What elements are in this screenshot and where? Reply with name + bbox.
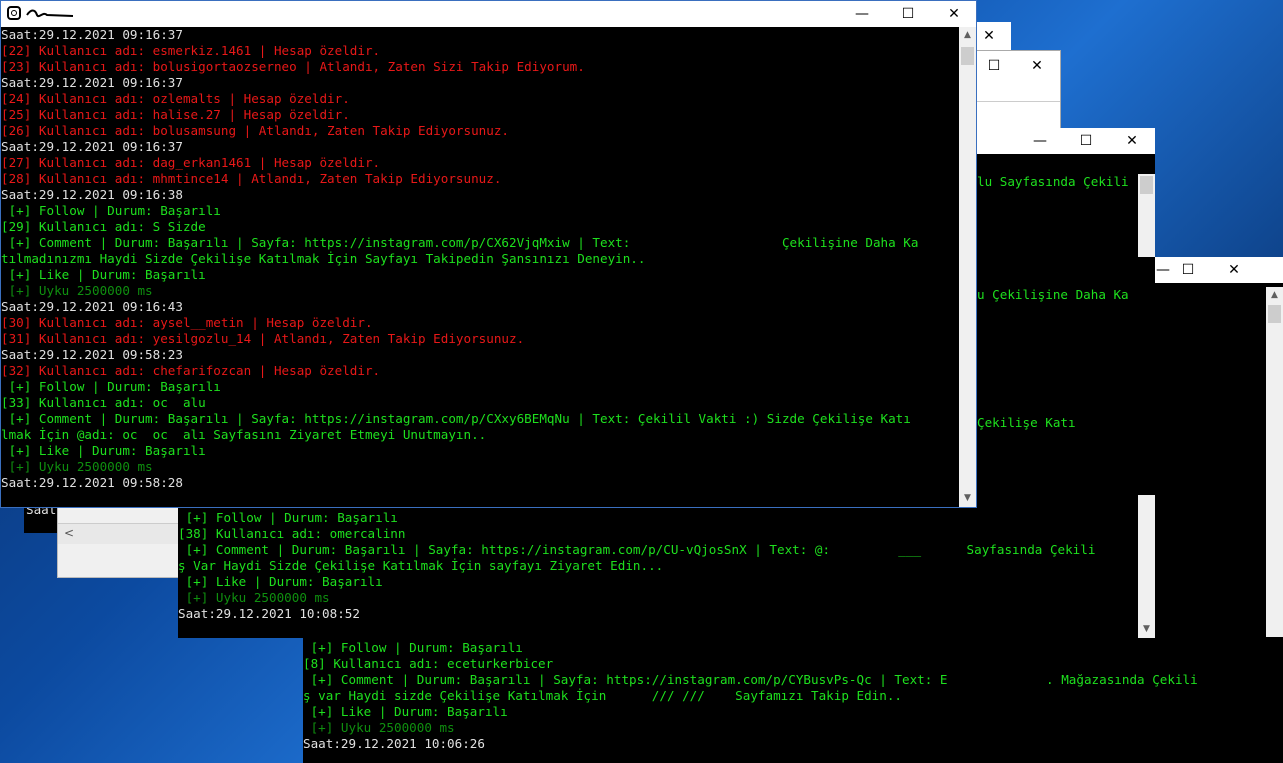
console-line: Saat:29.12.2021 09:16:37 — [1, 75, 183, 90]
console-line: ş Var Haydi Sizde Çekilişe Katılmak İçin… — [178, 558, 664, 573]
scroll-up-icon[interactable]: ▲ — [1266, 287, 1283, 304]
console-line: [+] Like | Durum: Başarılı — [1, 267, 206, 282]
console-line: [+] Follow | Durum: Başarılı — [303, 640, 523, 655]
redacted-title-icon — [26, 9, 74, 18]
console-line: [32] Kullanıcı adı: chefarifozcan | Hesa… — [1, 363, 381, 378]
titlebar[interactable]: — ☐ ✕ — [1155, 257, 1283, 283]
console-line: [+] Comment | Durum: Başarılı | Sayfa: h… — [1, 411, 911, 426]
vertical-scrollbar[interactable]: ▼ — [1138, 495, 1155, 638]
scroll-up-icon[interactable]: ▲ — [959, 27, 976, 44]
horizontal-scrollbar[interactable]: < — [58, 523, 181, 544]
maximize-icon[interactable]: ☐ — [971, 53, 1017, 79]
scroll-thumb[interactable] — [1268, 305, 1281, 323]
titlebar[interactable]: — ☐ ✕ — [1, 1, 976, 27]
console-line: [24] Kullanıcı adı: ozlemalts | Hesap öz… — [1, 91, 350, 106]
console-line: [+] Like | Durum: Başarılı — [178, 574, 383, 589]
console-line: [+] Comment | Durum: Başarılı | Sayfa: h… — [178, 542, 1096, 557]
console-output: Saat:29.12.2021 09:16:37 [22] Kullanıcı a… — [1, 27, 959, 507]
console-line: [+] Comment | Durum: Başarılı | Sayfa: h… — [1, 235, 919, 250]
scroll-down-icon[interactable]: ▼ — [959, 490, 976, 507]
console-line: Saat:29.12.2021 09:58:28 — [1, 475, 183, 490]
console-line: Saat:29.12.2021 09:16:37 — [1, 139, 183, 154]
console-line: Çekilişe Katı — [977, 415, 1076, 430]
console-line: lmak İçin @adı: oc oc alı Sayfasını Ziya… — [1, 427, 487, 442]
scroll-thumb[interactable] — [1140, 176, 1153, 194]
close-icon[interactable]: ✕ — [1014, 53, 1060, 79]
console-output: [+] Follow | Durum: Başarılı [8] Kullanıc… — [303, 640, 1283, 763]
console-line: [8] Kullanıcı adı: eceturkerbicer — [303, 656, 554, 671]
maximize-icon[interactable]: ☐ — [1165, 257, 1211, 283]
vertical-scrollbar[interactable]: ▲ ▼ — [959, 27, 976, 507]
console-line: Saat:29.12.2021 09:16:43 — [1, 299, 183, 314]
minimize-icon[interactable]: — — [839, 1, 885, 27]
close-icon[interactable]: ✕ — [1109, 128, 1155, 154]
console-line: Saat:29.12.2021 09:16:38 — [1, 187, 183, 202]
console-window-e[interactable]: [+] Follow | Durum: Başarılı [8] Kullanıc… — [303, 637, 1283, 763]
console-line: [+] Follow | Durum: Başarılı — [1, 379, 221, 394]
console-window-main[interactable]: — ☐ ✕ Saat:29.12.2021 09:16:37 [22] Kulla… — [0, 0, 977, 508]
console-line: Saat:29.12.2021 09:58:23 — [1, 347, 183, 362]
instagram-icon — [7, 6, 21, 20]
console-line: [+] Uyku 2500000 ms — [178, 590, 330, 605]
console-line: [+] Follow | Durum: Başarılı — [178, 510, 398, 525]
scroll-thumb[interactable] — [961, 47, 974, 65]
scroll-down-icon[interactable]: ▼ — [1138, 621, 1155, 638]
console-line: [38] Kullanıcı adı: omercalinn — [178, 526, 406, 541]
console-line: ş var Haydi sizde Çekilişe Katılmak İçin… — [303, 688, 902, 703]
console-line: [+] Like | Durum: Başarılı — [303, 704, 508, 719]
titlebar[interactable]: — ☐ ✕ — [977, 128, 1155, 154]
console-line: [+] Uyku 2500000 ms — [1, 459, 153, 474]
console-window-f[interactable]: [+] Follow | Durum: Başarılı [38] Kullanı… — [178, 495, 1155, 638]
scroll-left-icon[interactable]: < — [64, 526, 74, 540]
console-line: [+] Comment | Durum: Başarılı | Sayfa: h… — [303, 672, 1198, 687]
console-line: [+] Like | Durum: Başarılı — [1, 443, 206, 458]
maximize-icon[interactable]: ☐ — [885, 1, 931, 27]
console-line: [+] Uyku 2500000 ms — [1, 283, 153, 298]
background-window-gray[interactable]: < — [57, 505, 182, 578]
maximize-icon[interactable]: ☐ — [1063, 128, 1109, 154]
console-line: [29] Kullanıcı adı: S Sizde — [1, 219, 206, 234]
console-output: [+] Follow | Durum: Başarılı [38] Kullanı… — [178, 510, 1138, 638]
console-line: [+] Follow | Durum: Başarılı — [1, 203, 221, 218]
console-line: [27] Kullanıcı adı: dag_erkan1461 | Hesa… — [1, 155, 381, 170]
console-line: Saat:29.12.2021 09:16:37 — [1, 27, 183, 42]
close-icon[interactable]: ✕ — [931, 1, 977, 27]
console-line: [25] Kullanıcı adı: halise.27 | Hesap öz… — [1, 107, 350, 122]
console-line: u Çekilişine Daha Ka — [977, 287, 1129, 302]
console-line: tılmadınızmı Haydi Sizde Çekilişe Katılm… — [1, 251, 646, 266]
console-line: lu Sayfasında Çekili — [977, 174, 1129, 189]
console-line: [33] Kullanıcı adı: oc alu — [1, 395, 206, 410]
minimize-icon[interactable]: — — [1017, 128, 1063, 154]
console-line: [28] Kullanıcı adı: mhmtince14 | Atlandı… — [1, 171, 502, 186]
console-line: [31] Kullanıcı adı: yesilgozlu_14 | Atla… — [1, 331, 525, 346]
console-line: [+] Uyku 2500000 ms — [303, 720, 455, 735]
console-line: [22] Kullanıcı adı: esmerkiz.1461 | Hesa… — [1, 43, 381, 58]
console-line: Saat:29.12.2021 10:06:26 — [303, 736, 485, 751]
close-icon[interactable]: ✕ — [1211, 257, 1257, 283]
console-line: [23] Kullanıcı adı: bolusigortaozserneo … — [1, 59, 585, 74]
console-line: [26] Kullanıcı adı: bolusamsung | Atland… — [1, 123, 509, 138]
console-line: [30] Kullanıcı adı: aysel__metin | Hesap… — [1, 315, 373, 330]
console-line: Saat:29.12.2021 10:08:52 — [178, 606, 360, 621]
